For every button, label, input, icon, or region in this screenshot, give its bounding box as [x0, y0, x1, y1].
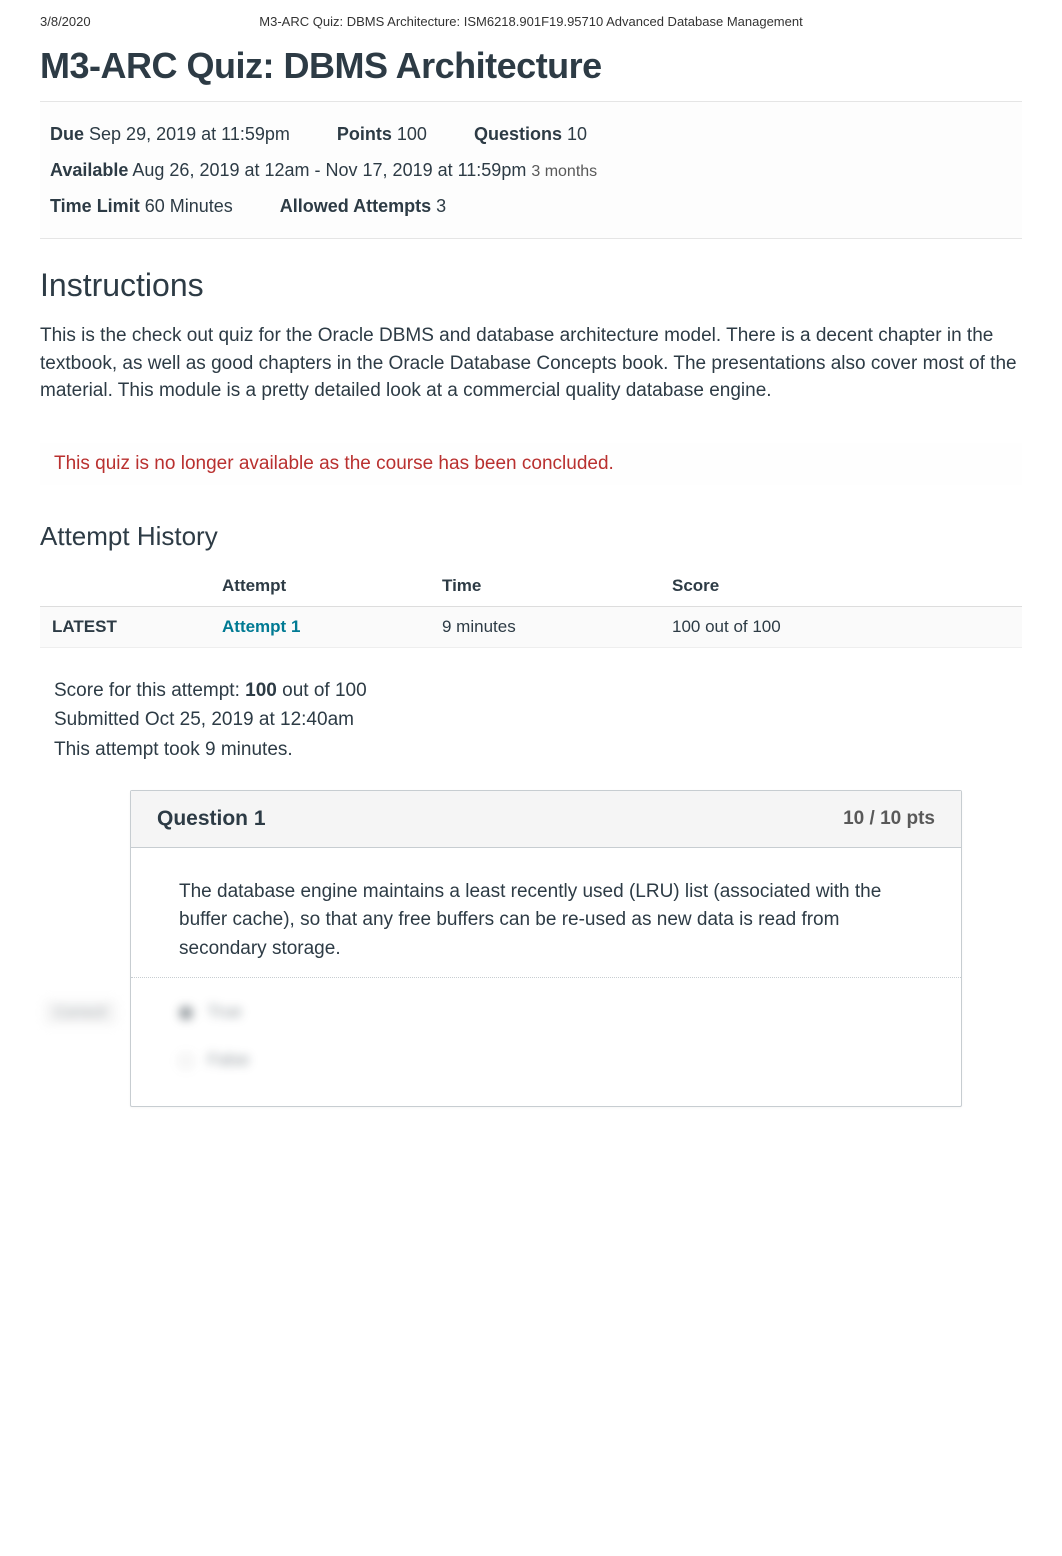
- question-card: Question 1 10 / 10 pts The database engi…: [130, 790, 962, 1108]
- allowed-attempts-value: 3: [436, 196, 446, 216]
- question-points: 10 / 10 pts: [843, 808, 935, 830]
- instructions-body: This is the check out quiz for the Oracl…: [40, 322, 1022, 405]
- points-value: 100: [397, 124, 427, 144]
- time-limit-label: Time Limit: [50, 196, 140, 216]
- attempt-link[interactable]: Attempt 1: [222, 617, 300, 636]
- col-attempt: Attempt: [210, 566, 430, 607]
- due-value: Sep 29, 2019 at 11:59pm: [89, 124, 290, 144]
- instructions-heading: Instructions: [40, 267, 1022, 304]
- question-header: Question 1 10 / 10 pts: [131, 791, 961, 848]
- points-label: Points: [337, 124, 392, 144]
- questions-label: Questions: [474, 124, 562, 144]
- attempt-history-heading: Attempt History: [40, 521, 1022, 552]
- quiz-meta-block: Due Sep 29, 2019 at 11:59pm Points 100 Q…: [40, 101, 1022, 239]
- table-row: LATEST Attempt 1 9 minutes 100 out of 10…: [40, 606, 1022, 647]
- question-text: The database engine maintains a least re…: [131, 848, 961, 978]
- print-header: 3/8/2020 M3-ARC Quiz: DBMS Architecture:…: [40, 0, 1022, 39]
- answer-option-false[interactable]: False: [179, 1036, 927, 1084]
- summary-score: Score for this attempt: 100 out of 100: [54, 676, 1022, 705]
- answer-false-label: False: [208, 1050, 250, 1069]
- quiz-unavailable-alert: This quiz is no longer available as the …: [40, 443, 1022, 485]
- print-title: M3-ARC Quiz: DBMS Architecture: ISM6218.…: [140, 14, 922, 29]
- available-meta: Available Aug 26, 2019 at 12am - Nov 17,…: [50, 152, 597, 188]
- cell-time: 9 minutes: [430, 606, 660, 647]
- answer-option-true[interactable]: True: [179, 988, 927, 1036]
- summary-took: This attempt took 9 minutes.: [54, 735, 1022, 764]
- print-date: 3/8/2020: [40, 14, 140, 29]
- time-limit-value: 60 Minutes: [145, 196, 233, 216]
- summary-score-value: 100: [245, 680, 277, 701]
- correct-badge: Correct!: [45, 1001, 116, 1024]
- due-meta: Due Sep 29, 2019 at 11:59pm: [50, 116, 290, 152]
- cell-score: 100 out of 100: [660, 606, 1022, 647]
- available-value: Aug 26, 2019 at 12am - Nov 17, 2019 at 1…: [132, 160, 526, 180]
- attempt-summary: Score for this attempt: 100 out of 100 S…: [54, 676, 1022, 764]
- points-meta: Points 100: [337, 116, 427, 152]
- page-title: M3-ARC Quiz: DBMS Architecture: [40, 45, 1022, 87]
- attempt-history-table: Attempt Time Score LATEST Attempt 1 9 mi…: [40, 566, 1022, 648]
- cell-latest: LATEST: [40, 606, 210, 647]
- col-blank: [40, 566, 210, 607]
- summary-score-suffix: out of 100: [277, 680, 367, 701]
- col-time: Time: [430, 566, 660, 607]
- questions-meta: Questions 10: [474, 116, 587, 152]
- allowed-attempts-label: Allowed Attempts: [280, 196, 431, 216]
- radio-icon: [179, 1006, 193, 1020]
- table-header-row: Attempt Time Score: [40, 566, 1022, 607]
- due-label: Due: [50, 124, 84, 144]
- allowed-attempts-meta: Allowed Attempts 3: [280, 188, 446, 224]
- available-label: Available: [50, 160, 128, 180]
- col-score: Score: [660, 566, 1022, 607]
- summary-score-prefix: Score for this attempt:: [54, 680, 245, 701]
- questions-value: 10: [567, 124, 587, 144]
- question-title: Question 1: [157, 807, 266, 831]
- radio-icon: [179, 1054, 193, 1068]
- answer-true-label: True: [207, 1002, 241, 1021]
- time-limit-meta: Time Limit 60 Minutes: [50, 188, 233, 224]
- cell-attempt: Attempt 1: [210, 606, 430, 647]
- summary-submitted: Submitted Oct 25, 2019 at 12:40am: [54, 705, 1022, 734]
- answers: True False: [131, 977, 961, 1106]
- available-duration: 3 months: [531, 163, 597, 180]
